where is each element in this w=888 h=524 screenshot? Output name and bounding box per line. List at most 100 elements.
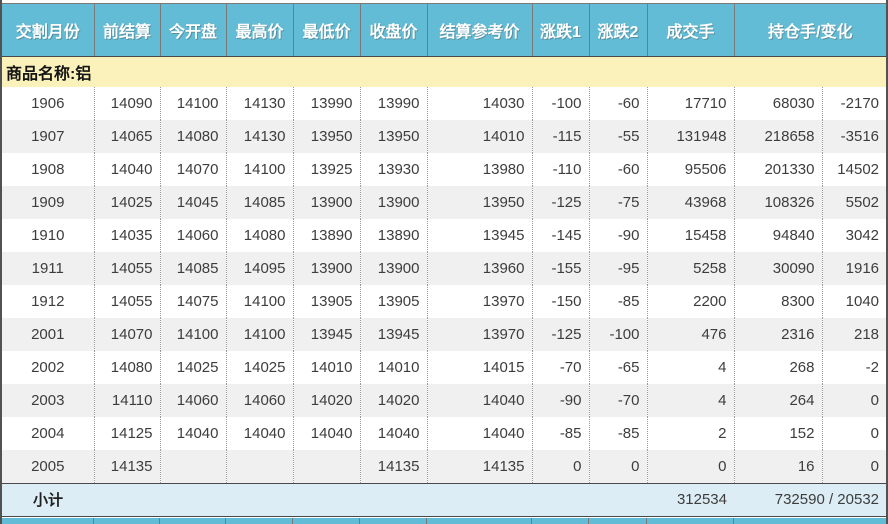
column-header-close: 收盘价 [360,4,428,57]
cell-delivery-month: 2005 [2,450,95,483]
cell-change2: -70 [589,384,648,417]
commodity-name-row: 商品名称:铝 [2,56,886,87]
cell-open: 14045 [160,186,227,219]
cell-change2: -60 [589,87,648,120]
table-row[interactable]: 2005 14135 14135 14135 0 0 0 16 0 [2,450,886,483]
cell-volume: 5258 [647,252,735,285]
bottom-header-cell [94,517,160,524]
cell-change2: -75 [589,186,648,219]
cell-delivery-month: 2001 [2,318,95,351]
cell-open: 14060 [160,384,227,417]
cell-prev-settle: 14070 [94,318,161,351]
table-row[interactable]: 1912 14055 14075 14100 13905 13905 13970… [2,285,886,318]
table-row[interactable]: 1909 14025 14045 14085 13900 13900 13950… [2,186,886,219]
cell-change1: -115 [532,120,590,153]
cell-high: 14095 [226,252,294,285]
cell-prev-settle: 14025 [94,186,161,219]
commodity-name-label: 商品名称:铝 [2,56,886,87]
cell-prev-settle: 14055 [94,285,161,318]
cell-open: 14100 [160,318,227,351]
table-row[interactable]: 1906 14090 14100 14130 13990 13990 14030… [2,87,886,120]
cell-change1: -90 [532,384,590,417]
table-row[interactable]: 2001 14070 14100 14100 13945 13945 13970… [2,318,886,351]
table-row[interactable]: 2003 14110 14060 14060 14020 14020 14040… [2,384,886,417]
cell-prev-settle: 14040 [94,153,161,186]
cell-open-interest: 30090 [734,252,823,285]
cell-change1: -110 [532,153,590,186]
cell-settle-ref: 14030 [427,87,533,120]
cell-change2: 0 [589,450,648,483]
cell-change1: 0 [532,450,590,483]
table-row[interactable]: 1907 14065 14080 14130 13950 13950 14010… [2,120,886,153]
data-rows: 1906 14090 14100 14130 13990 13990 14030… [2,87,886,483]
cell-change2: -100 [589,318,648,351]
quotes-table: 交割月份 前结算 今开盘 最高价 最低价 收盘价 结算参考价 涨跌1 涨跌2 成… [2,4,886,517]
cell-open: 14025 [160,351,227,384]
cell-volume: 2200 [647,285,735,318]
column-header-change2: 涨跌2 [589,4,648,57]
column-header-delivery-month: 交割月份 [2,4,95,57]
table-row[interactable]: 1908 14040 14070 14100 13925 13930 13980… [2,153,886,186]
cell-high: 14100 [226,153,294,186]
cell-settle-ref: 14015 [427,351,533,384]
cell-open-interest-change: -3516 [840,128,880,145]
cell-volume: 476 [647,318,735,351]
column-header-open: 今开盘 [160,4,227,57]
cell-high: 14060 [226,384,294,417]
cell-change2: -85 [589,285,648,318]
cell-change1: -155 [532,252,590,285]
bottom-header-cell [360,517,427,524]
table-row[interactable]: 1911 14055 14085 14095 13900 13900 13960… [2,252,886,285]
cell-change1: -100 [532,87,590,120]
cell-open: 14080 [160,120,227,153]
cell-low: 13890 [293,219,361,252]
cell-prev-settle: 14110 [94,384,161,417]
cell-delivery-month: 1907 [2,120,95,153]
cell-low: 13925 [293,153,361,186]
cell-settle-ref: 13950 [427,186,533,219]
cell-prev-settle: 14035 [94,219,161,252]
cell-volume: 17710 [647,87,735,120]
cell-close: 13990 [360,87,428,120]
cell-close: 13950 [360,120,428,153]
cell-settle-ref: 13980 [427,153,533,186]
column-header-settle-ref: 结算参考价 [427,4,533,57]
bottom-header-cell [734,517,886,524]
cell-volume: 131948 [647,120,735,153]
cell-change1: -125 [532,318,590,351]
column-header-low: 最低价 [293,4,361,57]
cell-close: 13945 [360,318,428,351]
cell-delivery-month: 2004 [2,417,95,450]
cell-settle-ref: 13960 [427,252,533,285]
cell-close: 14040 [360,417,428,450]
cell-open-interest: 264 [734,384,823,417]
cell-open-interest: 8300 [734,285,823,318]
cell-settle-ref: 14010 [427,120,533,153]
cell-open-interest-change: 0 [870,457,880,475]
cell-prev-settle: 14090 [94,87,161,120]
cell-change1: -150 [532,285,590,318]
cell-open-interest: 94840 [734,219,823,252]
cell-close: 13890 [360,219,428,252]
table-row[interactable]: 2002 14080 14025 14025 14010 14010 14015… [2,351,886,384]
column-header-volume: 成交手 [647,4,735,57]
cell-delivery-month: 1906 [2,87,95,120]
cell-high [226,450,294,483]
cell-close: 14135 [360,450,428,483]
cell-low: 13950 [293,120,361,153]
cell-change2: -60 [589,153,648,186]
cell-volume: 43968 [647,186,735,219]
cell-close: 13900 [360,252,428,285]
cell-open-interest-change: 3042 [845,227,880,244]
cell-open: 14040 [160,417,227,450]
cell-prev-settle: 14080 [94,351,161,384]
cell-volume: 4 [647,384,735,417]
cell-delivery-month: 1910 [2,219,95,252]
cell-low: 14010 [293,351,361,384]
cell-low: 14040 [293,417,361,450]
table-row[interactable]: 1910 14035 14060 14080 13890 13890 13945… [2,219,886,252]
column-header-open-interest-change: 持仓手/变化 [734,4,886,57]
cell-open-interest: 68030 [734,87,823,120]
cell-open-interest: 218658 [734,120,823,153]
table-row[interactable]: 2004 14125 14040 14040 14040 14040 14040… [2,417,886,450]
